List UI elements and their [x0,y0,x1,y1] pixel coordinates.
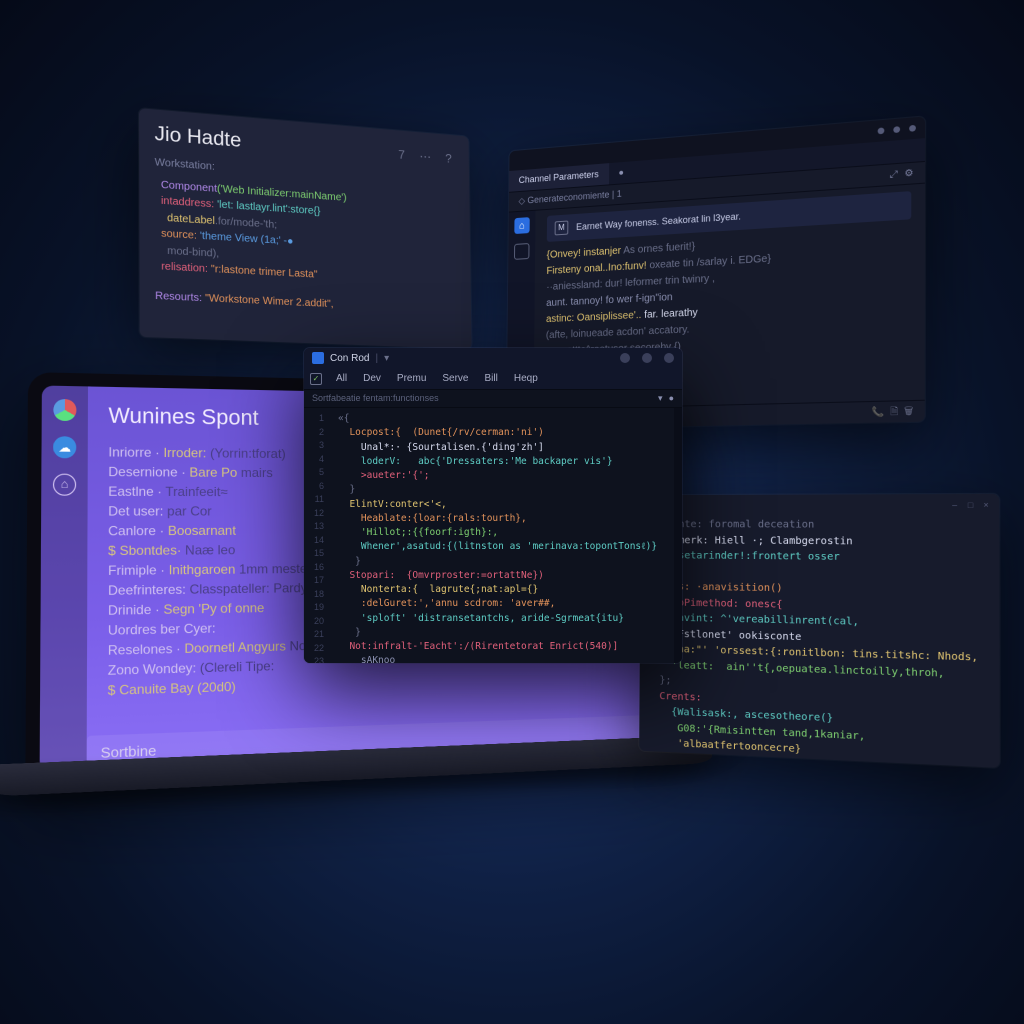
w1-title: Jio Hadte [154,120,241,157]
w1-footer-key: Resourts: [155,290,202,304]
scrollbar[interactable] [674,408,682,663]
trash-icon[interactable]: 🗑 [904,405,913,416]
chevron-down-icon[interactable]: ▾ [658,392,663,406]
w3-breadcrumb: Sortfabeatie fentam:functionses ▾ ● [304,390,682,408]
maximize-icon[interactable] [642,353,652,363]
w5-titlebar: – □ × [641,494,999,511]
w2-tab-secondary[interactable]: ● [609,161,635,184]
minimize-icon[interactable] [878,127,885,134]
w3-gutter: 1234561112131415161718192021222324 [304,408,330,663]
app-icon [312,352,324,364]
close-icon[interactable] [664,353,674,363]
chevron-down-icon[interactable]: ▾ [384,351,389,366]
w5-body: Glonnte: foromal deceationDansmerk: Hiel… [639,511,1000,768]
maximize-icon[interactable]: □ [968,499,975,505]
con-rod-editor: Con Rod | ▾ ✓ AllDevPremuServeBillHeqp S… [304,348,682,663]
help-icon[interactable]: ? [442,151,456,166]
w3-crumb-text: Sortfabeatie fentam:functionses [312,392,439,406]
menu-item-serve[interactable]: Serve [434,371,476,386]
jio-hadte-window: Jio Hadte 7 ⋯ ? Workstation: Component('… [139,108,472,349]
code-window-right: – □ × Glonnte: foromal deceationDansmerk… [639,494,1000,768]
menu-item-bill[interactable]: Bill [477,371,506,386]
w3-menu: ✓ AllDevPremuServeBillHeqp [304,368,682,390]
menu-item-premu[interactable]: Premu [389,371,434,386]
w1-footer-val: "Workstone Wimer 2.addit", [202,292,334,310]
w2-banner-text: Earnet Way fonenss. Seakorat lin l3year. [576,209,741,234]
w3-titlebar: Con Rod | ▾ [304,348,682,368]
pie-icon[interactable] [53,399,76,421]
phone-icon[interactable]: 📞 [872,406,885,417]
w3-code[interactable]: «{ Locpost:{ (Dunet{/rv/cerman:'ni') Una… [330,408,674,663]
gear-icon[interactable]: ⚙ [904,166,913,181]
chat-icon[interactable]: ☁ [53,436,76,458]
dot-icon[interactable]: ● [669,392,674,406]
marker-icon: M [555,221,569,236]
maximize-icon[interactable] [893,126,900,133]
close-icon[interactable]: × [983,499,990,505]
menu-item-heqp[interactable]: Heqp [506,371,546,386]
square-icon[interactable] [514,243,529,260]
w2-bot-icons: 📞 🗎 🗑 [872,404,913,420]
expand-icon[interactable]: ⤢ [890,167,898,182]
home-icon[interactable]: ⌂ [514,217,529,234]
minimize-icon[interactable] [620,353,630,363]
check-icon[interactable]: ✓ [310,373,322,385]
more-icon[interactable]: ⋯ [418,149,432,164]
w1-ctrl-number[interactable]: 7 [395,147,409,162]
menu-item-dev[interactable]: Dev [355,371,389,386]
doc-icon[interactable]: 🗎 [890,405,898,416]
menu-item-all[interactable]: All [328,371,355,386]
laptop-sidebar: ☁ ⌂ [40,385,88,771]
home-icon[interactable]: ⌂ [53,474,76,496]
minimize-icon[interactable]: – [952,499,959,505]
w3-title: Con Rod [330,351,369,366]
close-icon[interactable] [909,125,916,132]
